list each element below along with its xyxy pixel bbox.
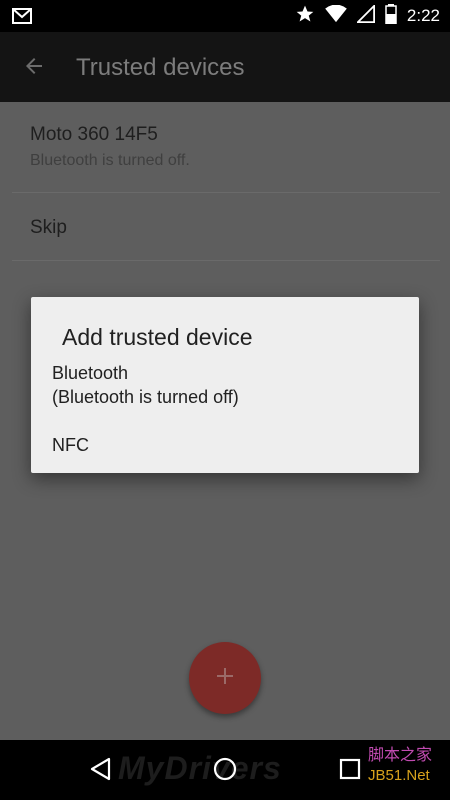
- watermark-jb51: 脚本之家 JB51.Net: [368, 746, 448, 786]
- add-device-fab[interactable]: [189, 642, 261, 714]
- list-item-subtitle: Bluetooth is turned off.: [30, 152, 190, 169]
- option-label: NFC: [52, 435, 89, 455]
- list-item-title: Skip: [30, 217, 67, 238]
- plus-icon: [213, 664, 237, 693]
- wifi-icon: [325, 4, 347, 28]
- nav-back-button[interactable]: [88, 757, 114, 786]
- nav-recents-button[interactable]: [337, 758, 363, 784]
- signal-icon: [355, 3, 375, 28]
- list-item-title: Moto 360 14F5: [30, 124, 158, 145]
- status-icons: 2:22: [295, 3, 440, 29]
- dialog-title: Add trusted device: [62, 324, 253, 350]
- add-trusted-device-dialog: Add trusted device Bluetooth (Bluetooth …: [31, 297, 419, 473]
- nav-back-icon: [90, 757, 112, 786]
- navigation-bar: MyDrivers 脚本之家 JB51.Net: [0, 740, 450, 800]
- list-item-moto-360[interactable]: Moto 360 14F5 Bluetooth is turned off.: [12, 102, 440, 193]
- nav-recents-icon: [339, 758, 361, 785]
- dialog-option-bluetooth[interactable]: Bluetooth (Bluetooth is turned off): [52, 361, 392, 409]
- battery-icon: [385, 3, 397, 29]
- option-sublabel: (Bluetooth is turned off): [52, 387, 239, 407]
- dialog-option-nfc[interactable]: NFC: [52, 433, 89, 457]
- watermark-jb51-line2: JB51.Net: [368, 767, 430, 784]
- option-label: Bluetooth: [52, 363, 129, 383]
- app-bar: Trusted devices: [0, 32, 450, 102]
- page-title: Trusted devices: [76, 54, 245, 81]
- gmail-icon: [12, 8, 32, 29]
- status-bar: 2:22: [0, 0, 450, 32]
- nav-home-icon: [213, 757, 237, 786]
- star-icon: [295, 4, 315, 29]
- watermark-jb51-line1: 脚本之家: [368, 747, 433, 764]
- back-button[interactable]: [18, 52, 50, 84]
- status-time: 2:22: [406, 6, 440, 25]
- list-item-skip[interactable]: Skip: [12, 193, 440, 261]
- arrow-back-icon: [22, 54, 46, 83]
- nav-home-button[interactable]: [212, 757, 238, 786]
- watermark-mydrivers: MyDrivers: [118, 750, 282, 786]
